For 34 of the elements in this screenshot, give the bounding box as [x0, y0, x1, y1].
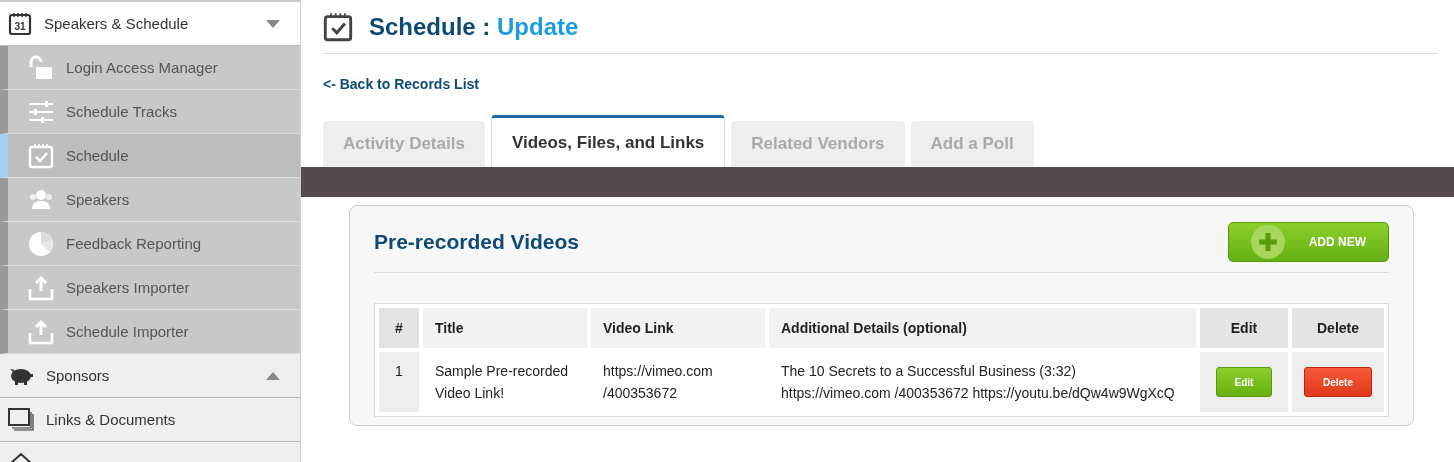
stacked-pages-icon [8, 407, 34, 432]
sidebar-subitem[interactable]: Feedback Reporting [0, 222, 300, 266]
sidebar-subitem[interactable]: Speakers Importer [0, 266, 300, 310]
column-header: Additional Details (optional) [769, 308, 1196, 348]
column-header: Title [423, 308, 587, 348]
sidebar-subitem[interactable]: Login Access Manager [0, 46, 300, 90]
sidebar-subitem[interactable]: Schedule Importer [0, 310, 300, 354]
calendar-check-icon [323, 11, 353, 42]
calendar-check-icon [28, 142, 54, 169]
sidebar-subitem[interactable]: Schedule [0, 134, 300, 178]
table-cell-text: The 10 Secrets to a Successful Business (3:32) https://vimeo.com /400353672 https://youtu.be/dQw4w9WgXcQ [780, 362, 1176, 403]
caret-icon[interactable] [266, 19, 280, 28]
table-cell-text: Sample Pre-recorded Video Link! [434, 362, 570, 403]
back-link[interactable]: <- Back to Records List [323, 76, 479, 92]
table-cell-text: https://vimeo.com /400353672 [602, 362, 714, 403]
plus-icon [1250, 225, 1285, 259]
upload-icon [28, 318, 54, 345]
page-title: Schedule : Update [369, 12, 579, 41]
column-header: Edit [1200, 308, 1288, 348]
column-header: Delete [1292, 308, 1384, 348]
upload-icon [28, 274, 54, 301]
tab[interactable]: Videos, Files, and Links [490, 115, 726, 167]
sliders-icon [28, 98, 54, 125]
calendar-icon: 31 [8, 11, 32, 36]
sidebar-subitem[interactable]: Speakers [0, 178, 300, 222]
unlocked-padlock-icon [28, 54, 54, 81]
column-header: # [379, 308, 419, 348]
delete-button[interactable]: Delete [1304, 367, 1372, 397]
panel-title: Pre-recorded Videos [374, 230, 580, 254]
caret-icon[interactable] [266, 371, 280, 380]
table-cell: 1 [379, 352, 419, 412]
column-header: Video Link [591, 308, 765, 348]
pie-chart-icon [28, 230, 54, 257]
sidebar-subitem[interactable]: Schedule Tracks [0, 90, 300, 134]
